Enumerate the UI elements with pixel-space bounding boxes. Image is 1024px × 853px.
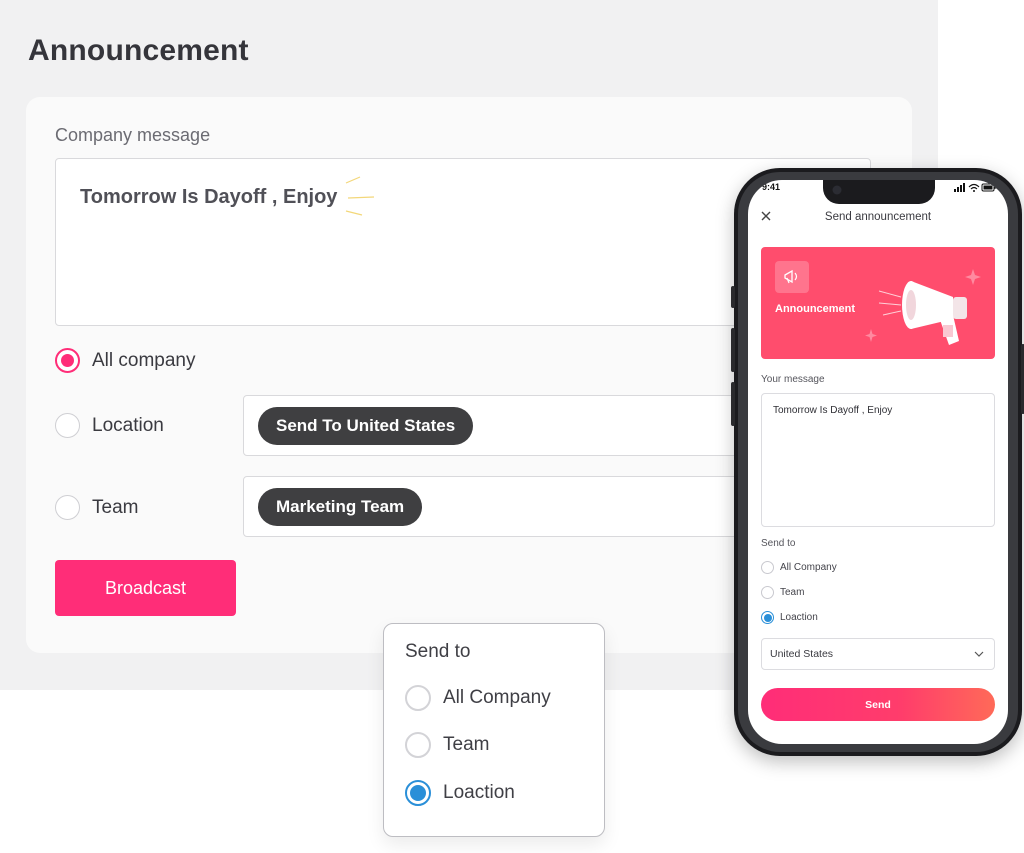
radio-all-company[interactable]: All company <box>55 348 196 373</box>
phone-mockup: 9:41 Send announcement Announcement Your… <box>731 168 1024 756</box>
popup-option-label: Loaction <box>443 782 515 803</box>
phone-message-text: Tomorrow Is Dayoff , Enjoy <box>773 405 893 416</box>
phone-option-location[interactable]: Loaction <box>761 611 818 624</box>
phone-option-team[interactable]: Team <box>761 586 804 599</box>
megaphone-icon <box>784 269 798 284</box>
chevron-down-icon[interactable] <box>974 651 984 657</box>
phone-message-textarea[interactable]: Tomorrow Is Dayoff , Enjoy <box>761 393 995 527</box>
phone-screen: 9:41 Send announcement Announcement Your… <box>748 180 1008 744</box>
radio-location-label: Location <box>92 414 164 436</box>
company-message-text: Tomorrow Is Dayoff , Enjoy <box>80 186 338 208</box>
radio-unselected-indicator[interactable] <box>761 561 774 574</box>
country-select[interactable]: United States <box>761 638 995 670</box>
radio-selected-indicator[interactable] <box>405 780 431 806</box>
sparkle-icon <box>345 176 375 216</box>
radio-selected-indicator[interactable] <box>761 611 774 624</box>
your-message-label: Your message <box>761 374 825 385</box>
phone-side-button <box>731 382 735 426</box>
announcement-banner: Announcement <box>761 247 995 359</box>
page-title: Announcement <box>28 34 249 67</box>
popup-option-label: All Company <box>443 687 551 708</box>
phone-option-label: Team <box>780 587 805 598</box>
phone-side-button <box>731 328 735 372</box>
megaphone-illustration <box>865 269 981 345</box>
send-to-label: Send to <box>761 538 796 549</box>
phone-option-label: Loaction <box>780 612 818 623</box>
status-icons <box>954 183 996 192</box>
popup-option-team[interactable]: Team <box>405 732 489 758</box>
country-select-value: United States <box>770 648 834 660</box>
popup-option-all-company[interactable]: All Company <box>405 685 551 711</box>
radio-team[interactable]: Team <box>55 495 138 520</box>
company-message-label: Company message <box>55 125 211 145</box>
radio-unselected-indicator[interactable] <box>55 495 80 520</box>
popup-option-label: Team <box>443 734 490 755</box>
radio-team-label: Team <box>92 496 139 518</box>
camera-icon <box>832 185 842 195</box>
radio-unselected-indicator[interactable] <box>761 586 774 599</box>
radio-selected-indicator[interactable] <box>55 348 80 373</box>
radio-all-company-label: All company <box>92 349 196 371</box>
team-chip[interactable]: Marketing Team <box>258 487 423 526</box>
radio-unselected-indicator[interactable] <box>405 732 431 758</box>
phone-side-button <box>731 286 735 308</box>
phone-header-title: Send announcement <box>824 211 932 223</box>
send-to-popup: Send to All Company Team Loaction <box>383 623 605 837</box>
phone-notch <box>823 180 935 204</box>
radio-location[interactable]: Location <box>55 413 164 438</box>
phone-option-all-company[interactable]: All Company <box>761 561 837 574</box>
location-chip[interactable]: Send To United States <box>258 406 474 445</box>
banner-label: Announcement <box>775 303 856 315</box>
send-button[interactable]: Send <box>761 688 995 721</box>
popup-option-location[interactable]: Loaction <box>405 780 515 806</box>
radio-unselected-indicator[interactable] <box>405 685 431 711</box>
broadcast-button[interactable]: Broadcast <box>55 560 236 616</box>
status-time: 9:41 <box>762 182 781 192</box>
megaphone-icon-box <box>775 261 809 293</box>
popup-title: Send to <box>405 641 471 662</box>
phone-option-label: All Company <box>780 562 837 573</box>
radio-unselected-indicator[interactable] <box>55 413 80 438</box>
